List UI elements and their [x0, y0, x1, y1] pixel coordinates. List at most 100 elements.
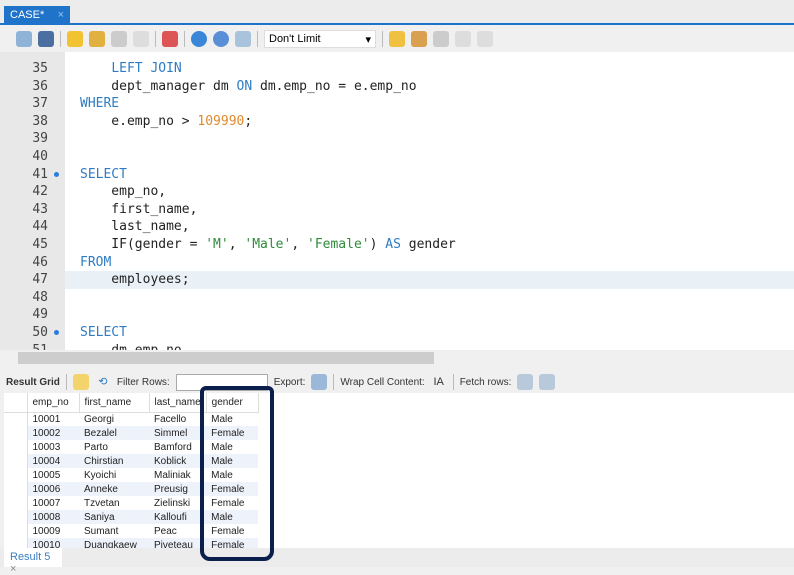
row-header[interactable]	[4, 468, 28, 482]
add-snippet-icon[interactable]	[389, 31, 405, 47]
invisible-chars-icon[interactable]	[455, 31, 471, 47]
row-header[interactable]	[4, 538, 28, 548]
form-view-icon[interactable]	[72, 374, 89, 390]
refresh-icon[interactable]: ⟲	[95, 374, 111, 390]
wrap-cell-icon[interactable]: IA	[431, 374, 447, 390]
commit-icon[interactable]	[191, 31, 207, 47]
cell-last_name[interactable]: Facello	[149, 412, 206, 426]
cell-first_name[interactable]: Saniya	[79, 510, 149, 524]
save-icon[interactable]	[38, 31, 54, 47]
cell-first_name[interactable]: Anneke	[79, 482, 149, 496]
fetch-all-icon[interactable]	[539, 374, 556, 390]
open-folder-icon[interactable]	[16, 31, 32, 47]
cell-first_name[interactable]: Kyoichi	[79, 468, 149, 482]
cell-last_name[interactable]: Peac	[149, 524, 206, 538]
cell-last_name[interactable]: Preusig	[149, 482, 207, 496]
code-line[interactable]: 40	[0, 148, 794, 166]
code-line[interactable]: 48	[0, 289, 794, 307]
table-row[interactable]: 10005 Kyoichi Maliniak Male	[4, 468, 258, 482]
row-header[interactable]	[4, 412, 28, 426]
cell-gender[interactable]: Male	[206, 440, 258, 454]
cell-first_name[interactable]: Parto	[79, 440, 149, 454]
table-row[interactable]: 10003 Parto Bamford Male	[4, 440, 258, 454]
row-header[interactable]	[4, 440, 28, 454]
execute-icon[interactable]	[67, 31, 83, 47]
code-line[interactable]: 44 last_name,	[0, 218, 794, 236]
code-line[interactable]: 36 dept_manager dm ON dm.emp_no = e.emp_…	[0, 78, 794, 96]
cell-emp_no[interactable]: 10002	[27, 426, 79, 440]
result-grid[interactable]: emp_no first_name last_name gender 10001 Geor…	[4, 393, 794, 548]
code-line[interactable]: 41 SELECT	[0, 166, 794, 184]
cell-emp_no[interactable]: 10003	[27, 440, 79, 454]
column-header-first_name[interactable]: first_name	[79, 393, 150, 413]
row-header[interactable]	[4, 426, 28, 440]
cell-gender[interactable]: Female	[206, 426, 259, 440]
beautify-icon[interactable]	[411, 31, 427, 47]
cell-last_name[interactable]: Piveteau	[149, 538, 207, 548]
cell-first_name[interactable]: Bezalel	[79, 426, 149, 440]
cell-emp_no[interactable]: 10005	[27, 468, 79, 482]
cell-first_name[interactable]: Georgi	[79, 412, 149, 426]
code-line[interactable]: 37 WHERE	[0, 95, 794, 113]
code-line[interactable]: 35 LEFT JOIN	[0, 60, 794, 78]
cell-last_name[interactable]: Zielinski	[149, 496, 206, 510]
row-header[interactable]	[4, 496, 28, 510]
cell-gender[interactable]: Female	[206, 524, 258, 538]
column-header-gender[interactable]: gender	[206, 393, 259, 413]
cell-emp_no[interactable]: 10004	[27, 454, 79, 468]
cell-emp_no[interactable]: 10009	[27, 524, 79, 538]
find-icon[interactable]	[433, 31, 449, 47]
cell-gender[interactable]: Male	[206, 510, 259, 524]
cell-gender[interactable]: Female	[206, 496, 258, 510]
scrollbar-thumb[interactable]	[18, 352, 434, 364]
row-header[interactable]	[4, 524, 28, 538]
cell-gender[interactable]: Female	[206, 482, 259, 496]
row-header[interactable]	[4, 482, 28, 496]
code-line[interactable]: 38 e.emp_no > 109990;	[0, 113, 794, 131]
column-header-last_name[interactable]: last_name	[149, 393, 207, 413]
export-icon[interactable]	[311, 374, 328, 390]
table-row[interactable]: 10002 Bezalel Simmel Female	[4, 426, 259, 440]
cell-last_name[interactable]: Kalloufi	[149, 510, 207, 524]
cell-gender[interactable]: Male	[206, 412, 258, 426]
cell-emp_no[interactable]: 10007	[27, 496, 79, 510]
table-row[interactable]: 10009 Sumant Peac Female	[4, 524, 258, 538]
code-line[interactable]: 47 employees;	[32, 271, 794, 289]
result-grid-button[interactable]: Result Grid	[6, 377, 60, 388]
cell-gender[interactable]: Male	[206, 454, 259, 468]
execute-current-icon[interactable]	[89, 31, 105, 47]
table-row[interactable]: 10007 Tzvetan Zielinski Female	[4, 496, 258, 510]
toggle-error-icon[interactable]	[162, 31, 178, 47]
table-row[interactable]: 10004 Chirstian Koblick Male	[4, 454, 259, 468]
stop-icon[interactable]	[133, 31, 149, 47]
wrap-icon[interactable]	[477, 31, 493, 47]
cell-last_name[interactable]: Maliniak	[149, 468, 206, 482]
table-row[interactable]: 10008 Saniya Kalloufi Male	[4, 510, 259, 524]
code-line[interactable]: 49	[0, 306, 794, 324]
column-header-emp_no[interactable]: emp_no	[27, 393, 80, 413]
fetch-next-icon[interactable]	[517, 374, 534, 390]
close-icon[interactable]: ×	[10, 563, 16, 575]
cell-first_name[interactable]: Sumant	[79, 524, 149, 538]
cell-emp_no[interactable]: 10001	[27, 412, 79, 426]
cell-emp_no[interactable]: 10008	[27, 510, 79, 524]
cell-emp_no[interactable]: 10010	[27, 538, 79, 548]
code-line[interactable]: 50 SELECT	[0, 324, 794, 342]
limit-rows-select[interactable]: Don't Limit ▾	[264, 30, 376, 48]
code-line[interactable]: 42 emp_no,	[0, 183, 794, 201]
rollback-icon[interactable]	[213, 31, 229, 47]
cell-first_name[interactable]: Duangkaew	[79, 538, 149, 548]
cell-emp_no[interactable]: 10006	[27, 482, 79, 496]
cell-first_name[interactable]: Chirstian	[79, 454, 149, 468]
explain-icon[interactable]	[111, 31, 127, 47]
row-header[interactable]	[4, 510, 28, 524]
tab-result-5[interactable]: Result 5 ×	[4, 548, 62, 575]
horizontal-scrollbar[interactable]	[0, 350, 794, 366]
table-row[interactable]: 10010 Duangkaew Piveteau Female	[4, 538, 259, 548]
filter-rows-input[interactable]	[175, 373, 268, 391]
autocommit-icon[interactable]	[235, 31, 251, 47]
sql-editor[interactable]: 35 LEFT JOIN 36 dept_manager dm ON dm.emp…	[0, 52, 794, 350]
cell-last_name[interactable]: Koblick	[149, 454, 207, 468]
row-header[interactable]	[4, 454, 28, 468]
code-line[interactable]: 51 dm.emp_no,	[0, 342, 794, 350]
